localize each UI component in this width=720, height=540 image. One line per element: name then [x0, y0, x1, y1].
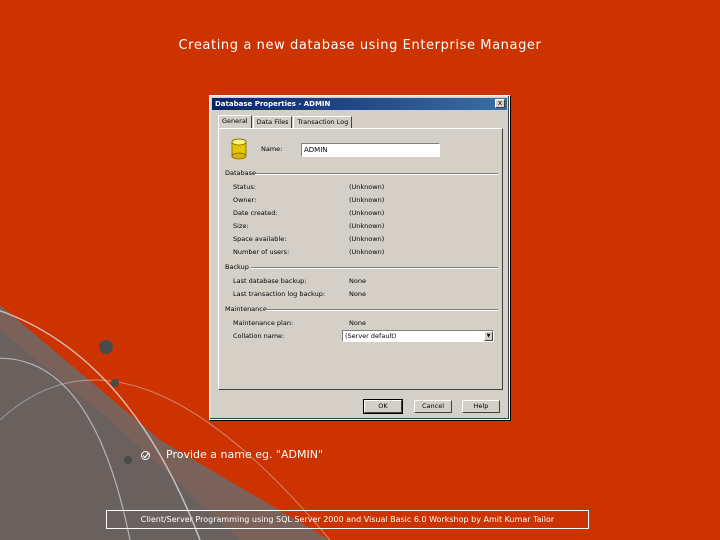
- info-row-maintenance-plan: Maintenance plan: None: [233, 319, 493, 329]
- database-icon: [231, 138, 247, 160]
- dialog-title: Database Properties - ADMIN: [215, 100, 331, 108]
- close-icon: x: [497, 99, 503, 107]
- collation-select[interactable]: (Server default) ▼: [342, 330, 494, 342]
- database-properties-dialog: Database Properties - ADMIN x General Da…: [209, 95, 510, 420]
- row-value: (Unknown): [349, 235, 385, 243]
- info-row-space-available: Space available: (Unknown): [233, 235, 493, 245]
- row-value: (Unknown): [349, 248, 385, 256]
- backup-section-rule: [251, 267, 498, 269]
- tab-strip: General Data Files Transaction Log: [218, 115, 353, 128]
- gray-corner-accent: [0, 330, 240, 540]
- backup-section-heading: Backup: [225, 263, 249, 271]
- info-row-last-log-backup: Last transaction log backup: None: [233, 290, 493, 300]
- slide-title: Creating a new database using Enterprise…: [178, 38, 542, 53]
- row-value: None: [349, 319, 366, 327]
- maintenance-section-heading: Maintenance: [225, 305, 267, 313]
- row-value: (Unknown): [349, 196, 385, 204]
- tab-transaction-log[interactable]: Transaction Log: [293, 116, 353, 128]
- tab-data-files[interactable]: Data Files: [252, 116, 293, 128]
- info-row-status: Status: (Unknown): [233, 183, 493, 193]
- row-label: Date created:: [233, 209, 278, 217]
- ok-button[interactable]: OK: [363, 399, 403, 414]
- dialog-titlebar[interactable]: Database Properties - ADMIN x: [212, 98, 507, 110]
- info-row-number-of-users: Number of users: (Unknown): [233, 248, 493, 258]
- chevron-down-icon[interactable]: ▼: [484, 331, 493, 341]
- name-input[interactable]: ADMIN: [301, 143, 440, 157]
- database-section-heading: Database: [225, 169, 257, 177]
- close-button[interactable]: x: [495, 99, 505, 108]
- help-button[interactable]: Help: [462, 400, 500, 413]
- info-row-size: Size: (Unknown): [233, 222, 493, 232]
- cancel-button[interactable]: Cancel: [414, 400, 452, 413]
- info-row-date-created: Date created: (Unknown): [233, 209, 493, 219]
- row-label: Number of users:: [233, 248, 290, 256]
- bullet-text: Provide a name eg. "ADMIN": [166, 448, 324, 461]
- row-label: Maintenance plan:: [233, 319, 294, 327]
- row-value: None: [349, 290, 366, 298]
- row-label: Status:: [233, 183, 256, 191]
- row-label: Size:: [233, 222, 249, 230]
- row-label: Last transaction log backup:: [233, 290, 326, 298]
- info-row-owner: Owner: (Unknown): [233, 196, 493, 206]
- row-value: None: [349, 277, 366, 285]
- row-label: Owner:: [233, 196, 257, 204]
- row-value: (Unknown): [349, 183, 385, 191]
- maintenance-section-rule: [265, 309, 498, 311]
- general-tab-panel: Name: ADMIN Database Status: (Unknown) O…: [218, 128, 503, 390]
- name-label: Name:: [261, 145, 283, 153]
- info-row-last-database-backup: Last database backup: None: [233, 277, 493, 287]
- collation-select-value: (Server default): [345, 332, 397, 340]
- tab-general[interactable]: General: [218, 115, 252, 128]
- bullet-glyph-icon: [141, 451, 150, 460]
- slide-footer: Client/Server Programming using SQL Serv…: [106, 510, 589, 529]
- row-value: (Unknown): [349, 222, 385, 230]
- row-value: (Unknown): [349, 209, 385, 217]
- decor-dot-1: [99, 340, 113, 354]
- database-section-rule: [255, 173, 498, 175]
- decor-dot-2: [111, 379, 119, 387]
- row-label: Collation name:: [233, 332, 285, 340]
- row-label: Last database backup:: [233, 277, 307, 285]
- row-label: Space available:: [233, 235, 287, 243]
- decor-dot-3: [124, 456, 132, 464]
